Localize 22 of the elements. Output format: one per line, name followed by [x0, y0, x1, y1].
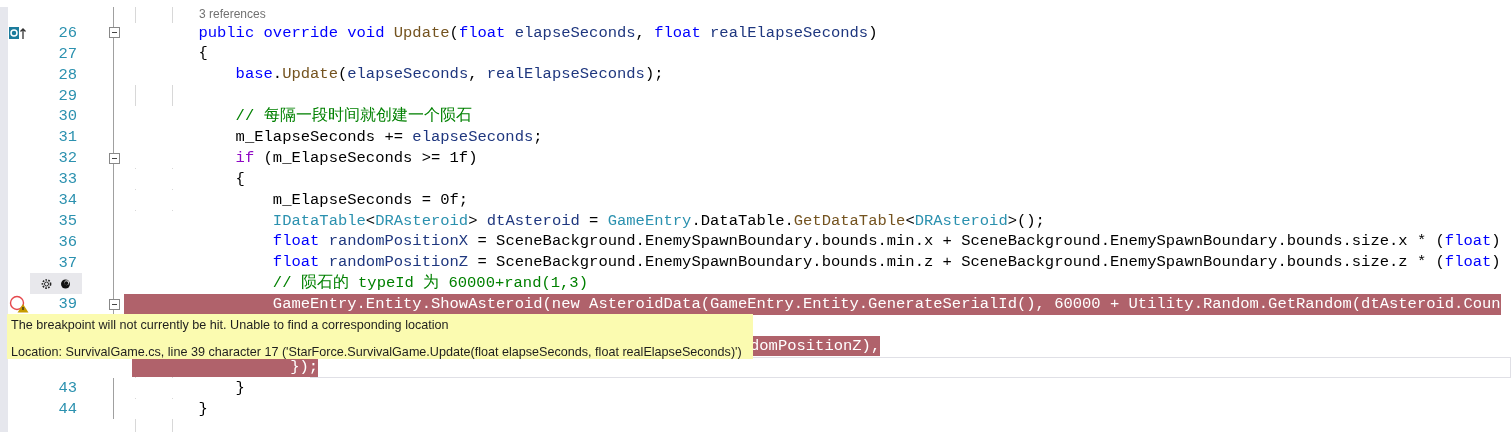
tooltip-message: The breakpoint will not currently be hit. Unable to find a corresponding location — [11, 317, 450, 333]
line-number: 39 — [58, 294, 77, 315]
line-number: 30 — [58, 106, 77, 127]
references-link[interactable]: 3 references — [199, 7, 266, 23]
line-number: 35 — [58, 210, 77, 231]
line-number: 36 — [58, 231, 77, 252]
breakpoint-warning-icon[interactable] — [9, 295, 29, 314]
line-number: 44 — [58, 398, 77, 419]
line-number: 33 — [58, 169, 77, 190]
line-number: 34 — [58, 189, 77, 210]
line-number: 32 — [58, 148, 77, 169]
line-number: 29 — [58, 85, 77, 106]
line-number: 28 — [58, 64, 77, 85]
line-number: 31 — [58, 127, 77, 148]
override-icon[interactable] — [9, 25, 27, 40]
line-number: 37 — [58, 252, 77, 273]
collapse-icon[interactable] — [108, 298, 120, 310]
collapse-icon[interactable] — [108, 152, 120, 164]
line-number: 27 — [58, 43, 77, 64]
line-number: 43 — [58, 377, 77, 398]
collapse-icon[interactable] — [108, 27, 120, 39]
line-number: 26 — [58, 22, 77, 43]
